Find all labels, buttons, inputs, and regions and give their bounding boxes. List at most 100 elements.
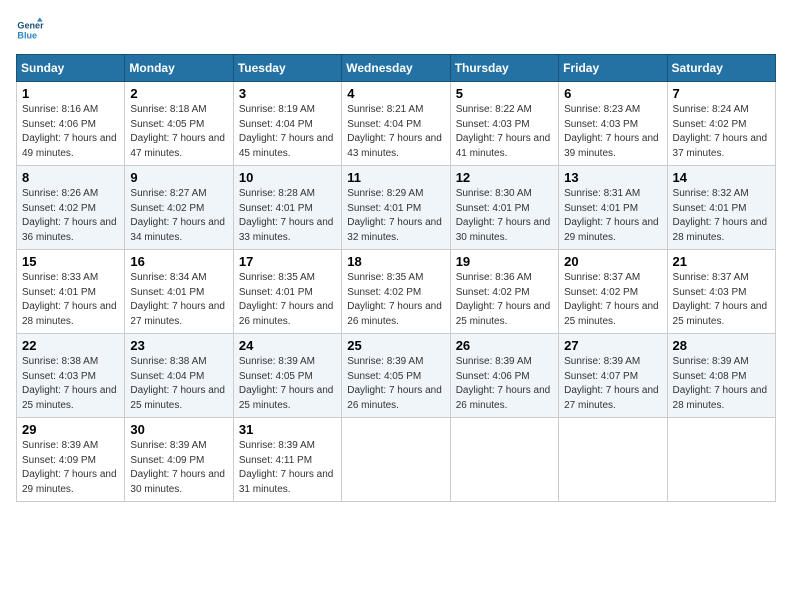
calendar-week-row: 29Sunrise: 8:39 AMSunset: 4:09 PMDayligh… <box>17 418 776 502</box>
weekday-header-cell: Saturday <box>667 55 775 82</box>
day-number: 18 <box>347 254 444 269</box>
calendar-cell: 28 Sunrise: 8:39 AMSunset: 4:08 PMDayligh… <box>667 334 775 418</box>
svg-text:General: General <box>17 21 44 31</box>
day-info: Sunrise: 8:22 AMSunset: 4:03 PMDaylight:… <box>456 103 553 161</box>
logo: General Blue <box>16 16 44 44</box>
calendar-cell: 10 Sunrise: 8:28 AMSunset: 4:01 PMDayligh… <box>233 166 341 250</box>
day-info: Sunrise: 8:24 AMSunset: 4:02 PMDaylight:… <box>673 103 770 161</box>
day-info: Sunrise: 8:39 AMSunset: 4:05 PMDaylight:… <box>239 355 336 413</box>
day-info: Sunrise: 8:33 AMSunset: 4:01 PMDaylight:… <box>22 271 119 329</box>
day-info: Sunrise: 8:21 AMSunset: 4:04 PMDaylight:… <box>347 103 444 161</box>
day-info: Sunrise: 8:38 AMSunset: 4:04 PMDaylight:… <box>130 355 227 413</box>
calendar-cell: 11Sunrise: 8:29 AMSunset: 4:01 PMDayligh… <box>342 166 450 250</box>
calendar-cell: 25 Sunrise: 8:39 AMSunset: 4:05 PMDayligh… <box>342 334 450 418</box>
day-info: Sunrise: 8:35 AMSunset: 4:02 PMDaylight:… <box>347 271 444 329</box>
calendar-week-row: 1Sunrise: 8:16 AMSunset: 4:06 PMDaylight… <box>17 82 776 166</box>
day-number: 6 <box>564 86 661 101</box>
day-number: 15 <box>22 254 119 269</box>
day-info: Sunrise: 8:39 AMSunset: 4:08 PMDaylight:… <box>673 355 770 413</box>
day-info: Sunrise: 8:38 AMSunset: 4:03 PMDaylight:… <box>22 355 119 413</box>
day-number: 10 <box>239 170 336 185</box>
calendar-cell <box>450 418 558 502</box>
calendar-cell: 31 Sunrise: 8:39 AMSunset: 4:11 PMDayligh… <box>233 418 341 502</box>
calendar-table: SundayMondayTuesdayWednesdayThursdayFrid… <box>16 54 776 502</box>
day-number: 17 <box>239 254 336 269</box>
calendar-cell: 16 Sunrise: 8:34 AMSunset: 4:01 PMDayligh… <box>125 250 233 334</box>
day-number: 16 <box>130 254 227 269</box>
day-number: 12 <box>456 170 553 185</box>
calendar-cell: 26 Sunrise: 8:39 AMSunset: 4:06 PMDayligh… <box>450 334 558 418</box>
day-info: Sunrise: 8:35 AMSunset: 4:01 PMDaylight:… <box>239 271 336 329</box>
day-info: Sunrise: 8:31 AMSunset: 4:01 PMDaylight:… <box>564 187 661 245</box>
day-info: Sunrise: 8:28 AMSunset: 4:01 PMDaylight:… <box>239 187 336 245</box>
day-info: Sunrise: 8:37 AMSunset: 4:03 PMDaylight:… <box>673 271 770 329</box>
day-number: 3 <box>239 86 336 101</box>
day-info: Sunrise: 8:39 AMSunset: 4:07 PMDaylight:… <box>564 355 661 413</box>
weekday-header-cell: Thursday <box>450 55 558 82</box>
calendar-cell: 22 Sunrise: 8:38 AMSunset: 4:03 PMDayligh… <box>17 334 125 418</box>
calendar-cell: 9Sunrise: 8:27 AMSunset: 4:02 PMDaylight… <box>125 166 233 250</box>
calendar-cell: 24 Sunrise: 8:39 AMSunset: 4:05 PMDayligh… <box>233 334 341 418</box>
day-number: 25 <box>347 338 444 353</box>
calendar-cell: 29Sunrise: 8:39 AMSunset: 4:09 PMDayligh… <box>17 418 125 502</box>
calendar-week-row: 15 Sunrise: 8:33 AMSunset: 4:01 PMDayligh… <box>17 250 776 334</box>
day-info: Sunrise: 8:39 AMSunset: 4:09 PMDaylight:… <box>22 439 119 497</box>
day-info: Sunrise: 8:39 AMSunset: 4:11 PMDaylight:… <box>239 439 336 497</box>
calendar-cell: 14 Sunrise: 8:32 AMSunset: 4:01 PMDayligh… <box>667 166 775 250</box>
calendar-cell: 21 Sunrise: 8:37 AMSunset: 4:03 PMDayligh… <box>667 250 775 334</box>
weekday-header-cell: Wednesday <box>342 55 450 82</box>
day-info: Sunrise: 8:23 AMSunset: 4:03 PMDaylight:… <box>564 103 661 161</box>
day-info: Sunrise: 8:39 AMSunset: 4:09 PMDaylight:… <box>130 439 227 497</box>
day-number: 22 <box>22 338 119 353</box>
day-info: Sunrise: 8:19 AMSunset: 4:04 PMDaylight:… <box>239 103 336 161</box>
weekday-header-row: SundayMondayTuesdayWednesdayThursdayFrid… <box>17 55 776 82</box>
day-info: Sunrise: 8:32 AMSunset: 4:01 PMDaylight:… <box>673 187 770 245</box>
day-number: 23 <box>130 338 227 353</box>
day-number: 28 <box>673 338 770 353</box>
day-number: 30 <box>130 422 227 437</box>
calendar-cell <box>342 418 450 502</box>
weekday-header-cell: Monday <box>125 55 233 82</box>
calendar-cell: 15 Sunrise: 8:33 AMSunset: 4:01 PMDayligh… <box>17 250 125 334</box>
day-info: Sunrise: 8:39 AMSunset: 4:06 PMDaylight:… <box>456 355 553 413</box>
day-number: 26 <box>456 338 553 353</box>
calendar-body: 1Sunrise: 8:16 AMSunset: 4:06 PMDaylight… <box>17 82 776 502</box>
calendar-cell <box>559 418 667 502</box>
weekday-header-cell: Sunday <box>17 55 125 82</box>
calendar-cell: 1Sunrise: 8:16 AMSunset: 4:06 PMDaylight… <box>17 82 125 166</box>
day-number: 5 <box>456 86 553 101</box>
day-number: 21 <box>673 254 770 269</box>
day-number: 31 <box>239 422 336 437</box>
day-info: Sunrise: 8:34 AMSunset: 4:01 PMDaylight:… <box>130 271 227 329</box>
day-info: Sunrise: 8:26 AMSunset: 4:02 PMDaylight:… <box>22 187 119 245</box>
day-number: 13 <box>564 170 661 185</box>
calendar-cell: 27 Sunrise: 8:39 AMSunset: 4:07 PMDayligh… <box>559 334 667 418</box>
day-info: Sunrise: 8:36 AMSunset: 4:02 PMDaylight:… <box>456 271 553 329</box>
day-number: 4 <box>347 86 444 101</box>
logo-icon: General Blue <box>16 16 44 44</box>
calendar-cell: 8 Sunrise: 8:26 AMSunset: 4:02 PMDaylight… <box>17 166 125 250</box>
day-info: Sunrise: 8:29 AMSunset: 4:01 PMDaylight:… <box>347 187 444 245</box>
calendar-cell: 7 Sunrise: 8:24 AMSunset: 4:02 PMDaylight… <box>667 82 775 166</box>
day-number: 14 <box>673 170 770 185</box>
day-number: 20 <box>564 254 661 269</box>
calendar-cell: 4 Sunrise: 8:21 AMSunset: 4:04 PMDaylight… <box>342 82 450 166</box>
day-info: Sunrise: 8:30 AMSunset: 4:01 PMDaylight:… <box>456 187 553 245</box>
weekday-header-cell: Tuesday <box>233 55 341 82</box>
calendar-cell: 12 Sunrise: 8:30 AMSunset: 4:01 PMDayligh… <box>450 166 558 250</box>
day-number: 2 <box>130 86 227 101</box>
calendar-cell: 5 Sunrise: 8:22 AMSunset: 4:03 PMDaylight… <box>450 82 558 166</box>
day-number: 27 <box>564 338 661 353</box>
day-info: Sunrise: 8:37 AMSunset: 4:02 PMDaylight:… <box>564 271 661 329</box>
day-info: Sunrise: 8:27 AMSunset: 4:02 PMDaylight:… <box>130 187 227 245</box>
day-number: 24 <box>239 338 336 353</box>
day-number: 7 <box>673 86 770 101</box>
day-info: Sunrise: 8:39 AMSunset: 4:05 PMDaylight:… <box>347 355 444 413</box>
header: General Blue <box>16 16 776 44</box>
calendar-cell: 30 Sunrise: 8:39 AMSunset: 4:09 PMDayligh… <box>125 418 233 502</box>
day-info: Sunrise: 8:18 AMSunset: 4:05 PMDaylight:… <box>130 103 227 161</box>
day-number: 8 <box>22 170 119 185</box>
day-number: 19 <box>456 254 553 269</box>
weekday-header-cell: Friday <box>559 55 667 82</box>
calendar-cell: 23 Sunrise: 8:38 AMSunset: 4:04 PMDayligh… <box>125 334 233 418</box>
